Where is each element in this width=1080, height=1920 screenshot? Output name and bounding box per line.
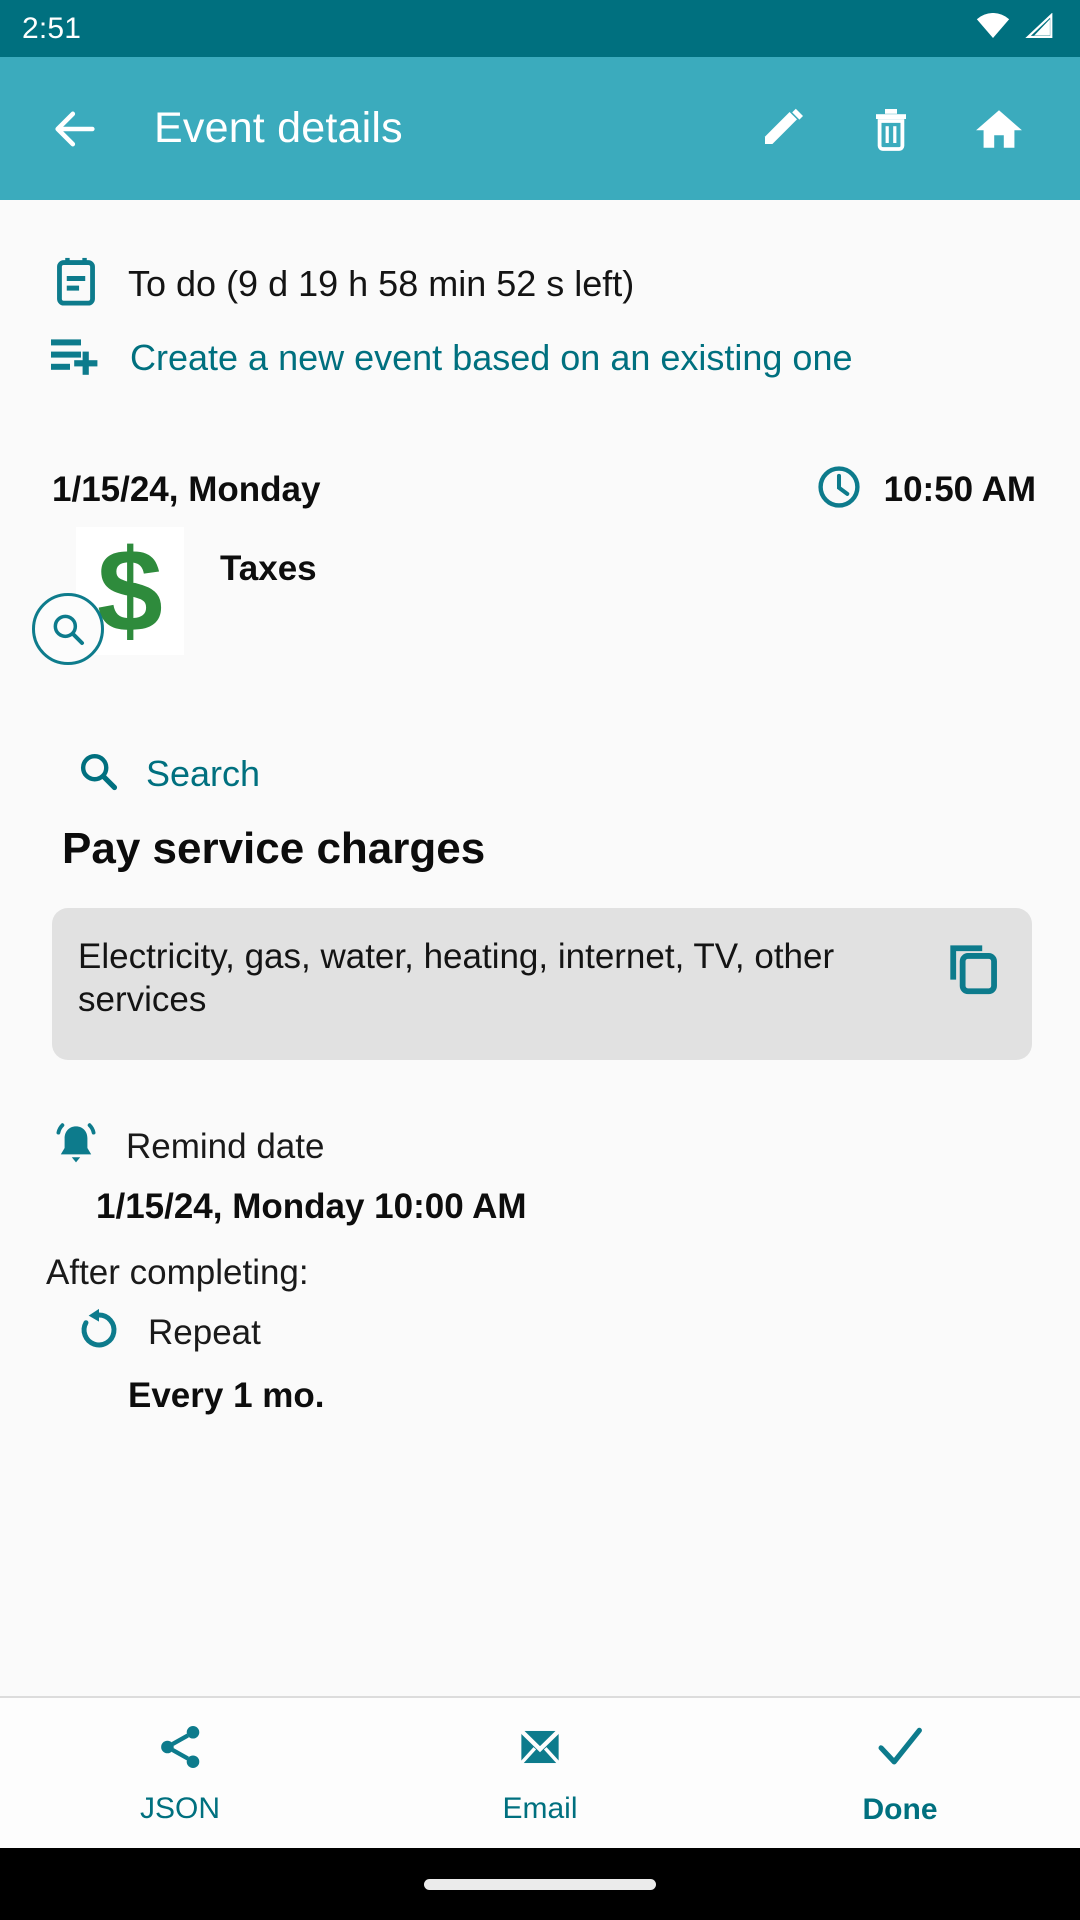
bell-icon bbox=[52, 1120, 100, 1173]
create-from-existing-label: Create a new event based on an existing … bbox=[130, 336, 853, 378]
trash-icon bbox=[876, 108, 906, 151]
category-image[interactable]: $ bbox=[32, 525, 184, 665]
create-from-existing-link[interactable]: Create a new event based on an existing … bbox=[48, 333, 1080, 382]
back-button[interactable] bbox=[36, 90, 114, 168]
email-icon bbox=[514, 1721, 566, 1778]
search-label: Search bbox=[146, 752, 261, 794]
gesture-handle[interactable] bbox=[424, 1878, 656, 1890]
event-time: 10:50 AM bbox=[883, 469, 1036, 509]
playlist-add-icon bbox=[48, 333, 102, 382]
wifi-icon bbox=[976, 12, 1010, 44]
repeat-value: Every 1 mo. bbox=[128, 1376, 325, 1415]
system-nav-bar bbox=[0, 1848, 1080, 1920]
status-clock: 2:51 bbox=[22, 11, 82, 45]
share-icon bbox=[154, 1721, 206, 1778]
search-icon bbox=[76, 749, 120, 798]
remind-date-label: Remind date bbox=[126, 1126, 325, 1166]
repeat-label: Repeat bbox=[148, 1312, 261, 1352]
edit-button[interactable] bbox=[744, 90, 822, 168]
json-label: JSON bbox=[139, 1791, 220, 1825]
category-row: $ Taxes bbox=[32, 525, 1080, 677]
dollar-sign-glyph: $ bbox=[97, 525, 163, 657]
json-button[interactable]: JSON bbox=[0, 1721, 360, 1826]
schedule-row: 1/15/24, Monday 10:50 AM bbox=[52, 464, 1036, 515]
todo-status-text: To do (9 d 19 h 58 min 52 s left) bbox=[128, 262, 635, 304]
clock-icon bbox=[816, 464, 862, 515]
note-calendar-icon bbox=[52, 256, 100, 311]
repeat-rotate-icon bbox=[76, 1307, 122, 1358]
event-content: To do (9 d 19 h 58 min 52 s left) Create… bbox=[0, 200, 1080, 1696]
description-card[interactable]: Electricity, gas, water, heating, intern… bbox=[52, 908, 1032, 1060]
description-text: Electricity, gas, water, heating, intern… bbox=[78, 937, 835, 1019]
event-time-group[interactable]: 10:50 AM bbox=[816, 464, 1036, 515]
app-bar: Event details bbox=[0, 57, 1080, 200]
search-badge-icon[interactable] bbox=[32, 593, 104, 665]
check-icon bbox=[873, 1720, 927, 1779]
search-link[interactable]: Search bbox=[76, 749, 1080, 798]
email-button[interactable]: Email bbox=[360, 1721, 720, 1826]
remind-date-row: Remind date bbox=[52, 1120, 1080, 1173]
category-label: Taxes bbox=[220, 549, 317, 588]
copy-button[interactable] bbox=[942, 940, 1006, 1004]
done-label: Done bbox=[862, 1792, 938, 1826]
delete-button[interactable] bbox=[852, 90, 930, 168]
remind-date-value: 1/15/24, Monday 10:00 AM bbox=[96, 1187, 527, 1226]
event-title: Pay service charges bbox=[62, 824, 486, 873]
after-completing-label: After completing: bbox=[46, 1253, 309, 1292]
status-icon-group bbox=[976, 12, 1054, 44]
pencil-icon bbox=[765, 108, 803, 144]
bottom-action-bar: JSON Email Done bbox=[0, 1696, 1080, 1848]
repeat-row: Repeat bbox=[76, 1307, 1080, 1358]
home-button[interactable] bbox=[960, 90, 1038, 168]
done-button[interactable]: Done bbox=[720, 1720, 1080, 1827]
cell-signal-icon bbox=[1024, 12, 1054, 44]
copy-icon bbox=[950, 945, 997, 995]
page-title: Event details bbox=[154, 104, 403, 152]
home-icon bbox=[976, 109, 1022, 148]
todo-status-row: To do (9 d 19 h 58 min 52 s left) bbox=[52, 256, 1080, 311]
event-details-screen: 2:51 Event details To do (9 d 19 h 58 mi… bbox=[0, 0, 1080, 1920]
app-bar-actions bbox=[744, 90, 1038, 168]
status-bar: 2:51 bbox=[0, 0, 1080, 57]
event-date[interactable]: 1/15/24, Monday bbox=[52, 470, 320, 510]
email-label: Email bbox=[502, 1791, 578, 1825]
